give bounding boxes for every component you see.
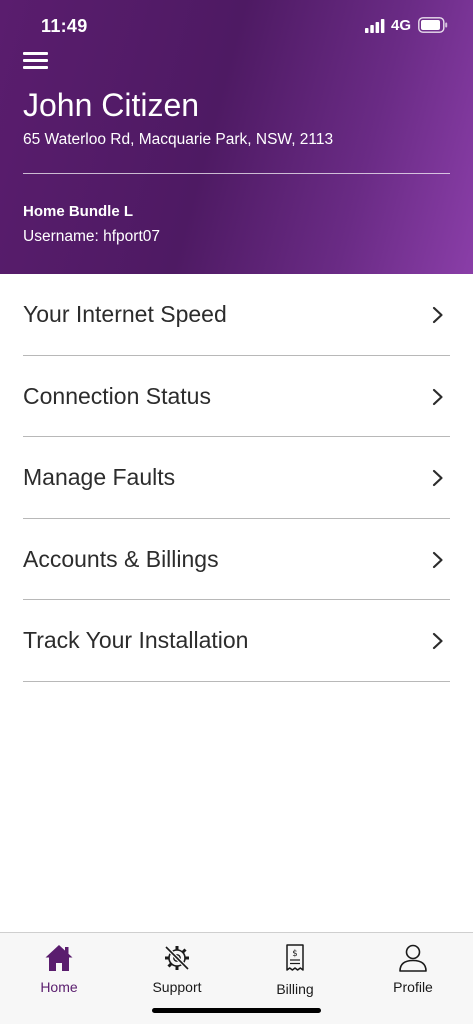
- clock: 11:49: [41, 16, 88, 36]
- menu-item-manage-faults[interactable]: Manage Faults: [23, 437, 450, 519]
- account-header: 11:49 4G John Citizen 65 Waterloo Rd, Ma…: [0, 0, 473, 274]
- main-menu: Your Internet Speed Connection Status Ma…: [23, 274, 450, 682]
- menu-item-internet-speed[interactable]: Your Internet Speed: [23, 274, 450, 356]
- account-name: John Citizen: [23, 87, 200, 123]
- tab-profile[interactable]: Profile: [354, 933, 472, 1003]
- menu-item-accounts-billings[interactable]: Accounts & Billings: [23, 519, 450, 600]
- home-icon: [45, 945, 73, 971]
- gear-wrench-icon: [164, 945, 190, 971]
- svg-text:$: $: [292, 949, 297, 959]
- tab-label: Profile: [393, 979, 433, 995]
- menu-item-connection-status[interactable]: Connection Status: [23, 356, 450, 437]
- chevron-right-icon: [432, 551, 443, 568]
- tab-label: Home: [40, 979, 78, 995]
- home-indicator[interactable]: [152, 1008, 321, 1013]
- menu-item-label: Track Your Installation: [23, 627, 249, 653]
- menu-item-label: Manage Faults: [23, 464, 176, 490]
- person-icon: [399, 944, 427, 972]
- receipt-icon: $: [286, 944, 304, 971]
- tab-label: Support: [152, 979, 202, 995]
- status-bar: 11:49 4G: [0, 0, 473, 50]
- account-username: Username: hfport07: [23, 228, 160, 245]
- chevron-right-icon: [432, 632, 443, 650]
- plan-name: Home Bundle L: [23, 203, 134, 220]
- signal-icon: [365, 19, 385, 33]
- chevron-right-icon: [432, 469, 443, 487]
- header-divider: [23, 173, 450, 174]
- chevron-right-icon: [432, 388, 443, 405]
- menu-item-label: Your Internet Speed: [23, 301, 227, 327]
- hamburger-menu-icon[interactable]: [23, 50, 49, 70]
- tab-home[interactable]: Home: [0, 933, 118, 1003]
- battery-icon: [418, 17, 448, 33]
- tab-label: Billing: [276, 981, 314, 997]
- tab-billing[interactable]: $ Billing: [236, 933, 354, 1003]
- chevron-right-icon: [432, 306, 443, 324]
- menu-item-label: Connection Status: [23, 382, 211, 409]
- service-address: 65 Waterloo Rd, Macquarie Park, NSW, 211…: [23, 131, 334, 148]
- menu-item-label: Accounts & Billings: [23, 545, 219, 572]
- menu-item-track-installation[interactable]: Track Your Installation: [23, 600, 450, 682]
- home-screen: 11:49 4G John Citizen 65 Waterloo Rd, Ma…: [0, 0, 473, 1024]
- network-type: 4G: [391, 17, 412, 34]
- tab-support[interactable]: Support: [118, 933, 236, 1003]
